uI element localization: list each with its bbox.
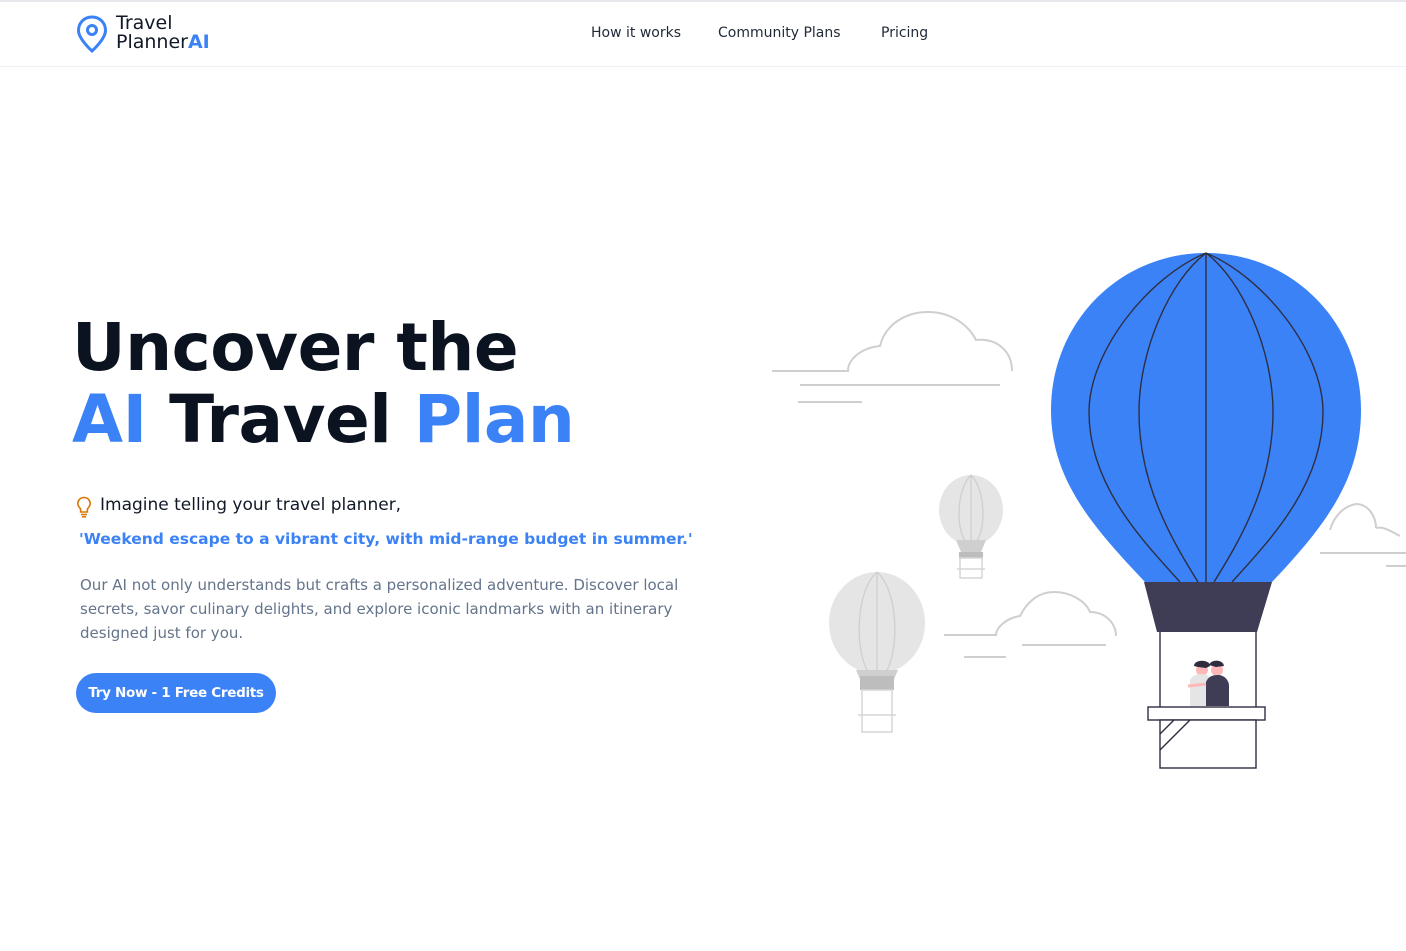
hero-hint-text: Imagine telling your travel planner, [100,495,402,515]
brand-accent: AI [187,31,210,53]
try-now-button[interactable]: Try Now - 1 Free Credits [76,673,276,713]
blue-balloon [1051,252,1361,769]
brand-line2: Planner [116,31,188,53]
cloud-top [772,310,1013,403]
hero-title-ai: AI [72,381,147,458]
hero-title: Uncover the AI Travel Plan [72,312,712,456]
hot-air-balloon-illustration [772,252,1406,769]
medium-grey-balloon [829,571,925,733]
location-pin-icon [76,15,108,53]
hero-title-plan: Plan [413,381,575,458]
site-header: Travel PlannerAI How it works Community … [0,2,1406,67]
hero-title-line1: Uncover the [72,309,519,386]
nav-pricing[interactable]: Pricing [881,25,928,41]
hero-title-travel: Travel [169,381,392,458]
hero-description: Our AI not only understands but crafts a… [80,576,679,642]
brand-name: Travel PlannerAI [116,14,210,52]
nav-how-it-works[interactable]: How it works [591,25,681,41]
nav-community-plans[interactable]: Community Plans [718,25,841,41]
cloud-middle [944,590,1117,658]
couple-figures [1187,660,1229,706]
cloud-right [1320,502,1406,567]
example-quote: 'Weekend escape to a vibrant city, with … [79,530,693,548]
lightbulb-icon [76,496,92,518]
small-grey-balloon [939,474,1003,579]
